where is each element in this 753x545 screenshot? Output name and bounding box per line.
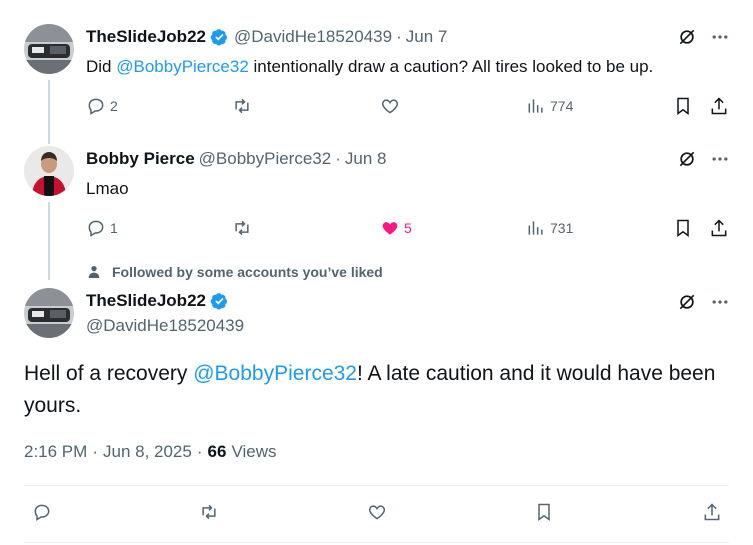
more-icon[interactable]: [710, 27, 730, 52]
grok-icon[interactable]: [677, 149, 697, 174]
thread-line: [48, 202, 50, 280]
more-icon[interactable]: [710, 149, 730, 174]
reply-button[interactable]: 1: [86, 218, 118, 238]
mention-link[interactable]: @BobbyPierce32: [116, 57, 249, 76]
repost-button[interactable]: [199, 502, 219, 527]
separator: ·: [396, 27, 402, 46]
share-button[interactable]: [702, 502, 722, 527]
separator: ·: [335, 149, 341, 168]
reply-button[interactable]: 2: [86, 96, 118, 116]
like-count: 5: [404, 220, 412, 236]
tweet-meta: 2:16 PM · Jun 8, 2025 · 66 Views: [24, 442, 276, 462]
heart-icon: [368, 505, 386, 520]
views-count: 731: [550, 220, 574, 236]
bookmark-icon: [677, 219, 689, 237]
heart-icon: [381, 99, 399, 114]
reply-icon: [88, 220, 104, 237]
avatar[interactable]: [24, 288, 74, 338]
share-icon: [711, 219, 727, 237]
tweet-text-part: intentionally draw a caution? All tires …: [248, 57, 654, 76]
reply-count: 2: [110, 98, 118, 114]
bookmark-icon: [538, 503, 550, 521]
handle[interactable]: @BobbyPierce32: [199, 149, 332, 169]
reply-button[interactable]: [32, 502, 52, 527]
avatar[interactable]: [24, 146, 74, 196]
verified-badge-icon: [210, 27, 230, 47]
divider: [24, 542, 729, 543]
thread-line: [48, 80, 50, 144]
mention-link[interactable]: @BobbyPierce32: [193, 362, 357, 385]
analytics-icon: [528, 99, 543, 113]
share-icon: [711, 97, 727, 115]
more-icon[interactable]: [710, 292, 730, 317]
separator: ·: [92, 442, 98, 461]
timestamp[interactable]: Jun 7: [406, 27, 448, 47]
person-icon: [88, 266, 100, 278]
reply-icon: [88, 98, 104, 115]
share-icon: [704, 503, 720, 521]
views-button[interactable]: 731: [526, 218, 573, 238]
main-tweet-text: Hell of a recovery @BobbyPierce32! A lat…: [24, 358, 724, 422]
views-count: 774: [550, 98, 574, 114]
repost-button[interactable]: [232, 96, 252, 116]
views-label: Views: [231, 442, 277, 461]
avatar[interactable]: [24, 24, 74, 74]
reply-count: 1: [110, 220, 118, 236]
repost-icon: [235, 220, 249, 236]
grok-icon[interactable]: [677, 292, 697, 317]
repost-button[interactable]: [232, 218, 252, 238]
social-context: Followed by some accounts you’ve liked: [86, 264, 383, 280]
tweet-text: Did @BobbyPierce32 intentionally draw a …: [86, 56, 653, 78]
analytics-icon: [528, 221, 543, 235]
bookmark-button[interactable]: [673, 218, 693, 238]
tweet-text-part: Did: [86, 57, 117, 76]
display-name[interactable]: Bobby Pierce: [86, 149, 195, 169]
social-context-label: Followed by some accounts you’ve liked: [112, 264, 383, 280]
handle[interactable]: @DavidHe18520439: [86, 316, 244, 336]
share-button[interactable]: [709, 218, 729, 238]
like-button[interactable]: [380, 96, 400, 116]
display-name[interactable]: TheSlideJob22: [86, 291, 206, 311]
tweet-text: Lmao: [86, 179, 129, 198]
handle[interactable]: @DavidHe18520439: [234, 27, 392, 47]
tweet-time[interactable]: 2:16 PM: [24, 442, 87, 462]
grok-icon[interactable]: [677, 27, 697, 52]
timestamp[interactable]: Jun 8: [345, 149, 387, 169]
tweet-date[interactable]: Jun 8, 2025: [103, 442, 192, 462]
divider: [24, 485, 729, 486]
separator: ·: [196, 442, 203, 461]
reply-icon: [34, 504, 50, 521]
views-count: 66: [207, 442, 227, 461]
bookmark-icon: [677, 97, 689, 115]
verified-badge-icon: [210, 291, 230, 311]
repost-icon: [202, 504, 216, 520]
views-button[interactable]: 774: [526, 96, 573, 116]
action-bar: [0, 502, 753, 528]
bookmark-button[interactable]: [534, 502, 554, 527]
share-button[interactable]: [709, 96, 729, 116]
like-button[interactable]: [367, 502, 387, 527]
tweet-text-part: Hell of a recovery: [24, 362, 194, 385]
like-button[interactable]: 5: [380, 218, 412, 238]
heart-filled-icon: [382, 222, 398, 235]
display-name[interactable]: TheSlideJob22: [86, 27, 206, 47]
bookmark-button[interactable]: [673, 96, 693, 116]
repost-icon: [235, 98, 249, 114]
